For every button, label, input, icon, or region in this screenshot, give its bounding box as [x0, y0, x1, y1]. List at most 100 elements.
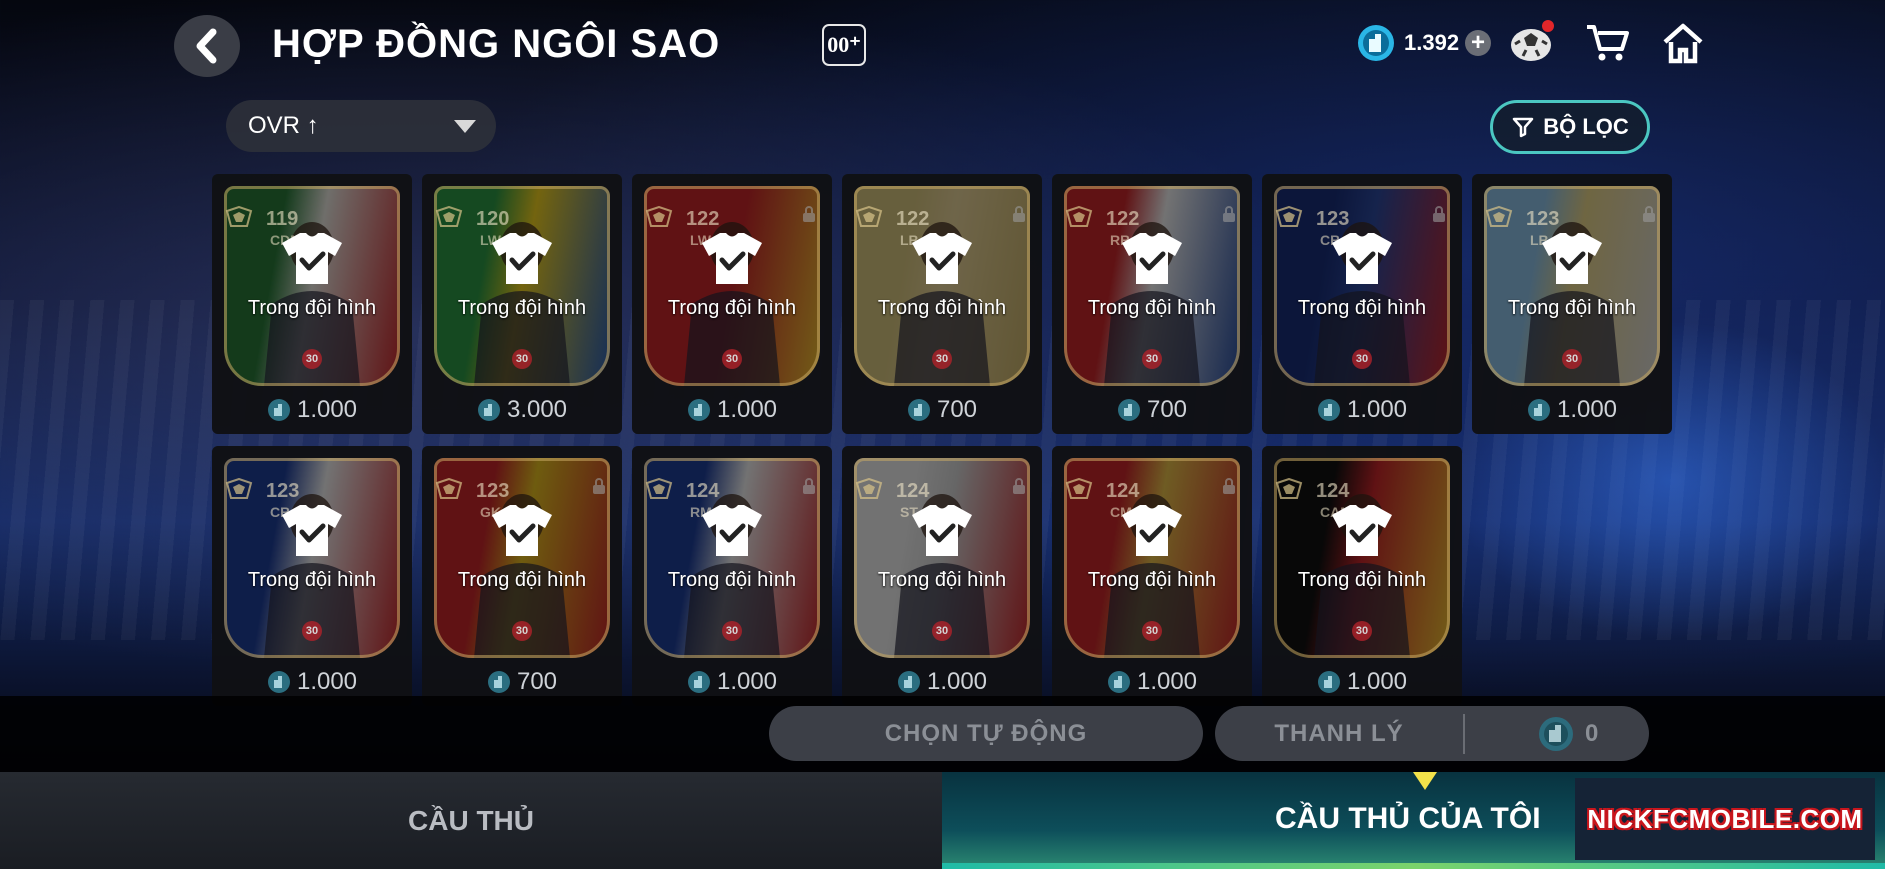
- card-price: 700: [1052, 396, 1252, 424]
- sort-label: OVR ↑: [248, 112, 319, 139]
- coin-icon: [1527, 399, 1550, 421]
- player-card[interactable]: 120 LW 30 Trong đội hình 3.000: [422, 174, 622, 434]
- lock-icon: [1013, 478, 1025, 494]
- in-lineup-label: Trong đội hình: [457, 297, 587, 319]
- card-ovr: 123: [266, 480, 300, 502]
- coin-icon: [477, 399, 500, 421]
- in-lineup-overlay: Trong đội hình: [1262, 230, 1462, 340]
- coin-icon: [907, 399, 930, 421]
- coin-icon: [1317, 399, 1340, 421]
- coin-icon: [897, 671, 920, 693]
- lock-icon: [1223, 478, 1235, 494]
- season-badge-icon: [645, 206, 673, 227]
- card-price: 3.000: [422, 396, 622, 424]
- jersey-check-icon: [1542, 233, 1602, 284]
- season-badge-icon: [1065, 478, 1093, 499]
- in-lineup-overlay: Trong đội hình: [842, 502, 1042, 612]
- in-lineup-overlay: Trong đội hình: [1262, 502, 1462, 612]
- player-card[interactable]: 122 LW 30 Trong đội hình 1.000: [632, 174, 832, 434]
- jersey-check-icon: [702, 505, 762, 556]
- chevron-left-icon: [196, 28, 217, 64]
- jersey-check-icon: [1122, 233, 1182, 284]
- active-tab-indicator: [1413, 772, 1437, 790]
- tab-players[interactable]: CẦU THỦ: [0, 772, 942, 869]
- player-card[interactable]: 123 GK 30 Trong đội hình 700: [422, 446, 622, 706]
- sell-button-group[interactable]: THANH LÝ 0: [1215, 706, 1649, 761]
- coin-icon: [487, 671, 510, 693]
- in-lineup-label: Trong đội hình: [1087, 297, 1217, 319]
- card-ovr: 124: [1316, 480, 1350, 502]
- card-ovr: 122: [686, 208, 720, 230]
- coin-icon: [267, 671, 290, 693]
- card-price: 1.000: [632, 396, 832, 424]
- coin-amount: 1.392: [1404, 30, 1460, 55]
- watermark-text: NICKFCMOBILE.COM: [1587, 803, 1863, 834]
- home-icon: [1663, 23, 1703, 64]
- jersey-check-icon: [702, 233, 762, 284]
- in-lineup-label: Trong đội hình: [1297, 297, 1427, 319]
- card-price: 1.000: [842, 668, 1042, 696]
- season-badge-icon: [435, 478, 463, 499]
- in-lineup-overlay: Trong đội hình: [632, 230, 832, 340]
- card-ovr: 120: [476, 208, 510, 230]
- sell-button-label: THANH LÝ: [1274, 719, 1404, 747]
- filter-button[interactable]: BỘ LỌC: [1490, 100, 1650, 154]
- in-lineup-label: Trong đội hình: [877, 569, 1007, 591]
- coin-icon: [1539, 716, 1573, 751]
- add-coin-button[interactable]: +: [1465, 30, 1492, 56]
- in-lineup-label: Trong đội hình: [247, 297, 377, 319]
- jersey-check-icon: [1122, 505, 1182, 556]
- card-level-badge: 30: [302, 349, 322, 369]
- in-lineup-overlay: Trong đội hình: [422, 502, 622, 612]
- card-ovr: 124: [1106, 480, 1140, 502]
- card-level-badge: 30: [512, 349, 532, 369]
- auto-select-button[interactable]: CHỌN TỰ ĐỘNG: [769, 706, 1203, 761]
- jersey-check-icon: [492, 233, 552, 284]
- in-lineup-label: Trong đội hình: [877, 297, 1007, 319]
- card-price-value: 1.000: [716, 396, 778, 423]
- tab-highlight: [942, 863, 1885, 869]
- player-card[interactable]: 123 CB 30 Trong đội hình 1.000: [1262, 174, 1462, 434]
- ball-shop-button[interactable]: [1506, 18, 1556, 68]
- coin-icon: [1117, 399, 1140, 421]
- cart-button[interactable]: [1582, 18, 1632, 68]
- divider: [1463, 713, 1465, 754]
- player-card[interactable]: 124 CAM 30 Trong đội hình 1.000: [1262, 446, 1462, 706]
- card-price-value: 1.000: [1136, 668, 1198, 695]
- filter-label: BỘ LỌC: [1543, 114, 1629, 139]
- player-card[interactable]: 124 CM 30 Trong đội hình 1.000: [1052, 446, 1252, 706]
- player-card[interactable]: 123 CB 30 Trong đội hình 1.000: [212, 446, 412, 706]
- in-lineup-overlay: Trong đội hình: [842, 230, 1042, 340]
- player-card[interactable]: 123 LB 30 Trong đội hình 1.000: [1472, 174, 1672, 434]
- notification-dot: [1542, 20, 1554, 32]
- jersey-check-icon: [282, 505, 342, 556]
- card-price-value: 1.000: [296, 668, 358, 695]
- player-card[interactable]: 124 RM 30 Trong đội hình 1.000: [632, 446, 832, 706]
- card-price: 1.000: [1052, 668, 1252, 696]
- card-price-value: 1.000: [1346, 396, 1408, 423]
- in-lineup-overlay: Trong đội hình: [212, 230, 412, 340]
- card-price-value: 1.000: [296, 396, 358, 423]
- season-badge-icon: [225, 478, 253, 499]
- player-card[interactable]: 122 LB 30 Trong đội hình 700: [842, 174, 1042, 434]
- player-card[interactable]: 124 ST 30 Trong đội hình 1.000: [842, 446, 1042, 706]
- card-level-badge: 30: [722, 621, 742, 641]
- card-price-value: 1.000: [1556, 396, 1618, 423]
- sort-dropdown[interactable]: OVR ↑: [226, 100, 496, 152]
- lock-icon: [593, 478, 605, 494]
- season-badge-icon: [225, 206, 253, 227]
- in-lineup-overlay: Trong đội hình: [1052, 502, 1252, 612]
- card-level-badge: 30: [1142, 621, 1162, 641]
- home-button[interactable]: [1658, 18, 1708, 68]
- card-price: 700: [422, 668, 622, 696]
- jersey-check-icon: [912, 233, 972, 284]
- player-card[interactable]: 122 RB 30 Trong đội hình 700: [1052, 174, 1252, 434]
- back-button[interactable]: [174, 15, 240, 77]
- in-lineup-label: Trong đội hình: [1087, 569, 1217, 591]
- shopping-cart-icon: [1587, 25, 1629, 61]
- coin-icon: [687, 399, 710, 421]
- card-level-badge: 30: [1562, 349, 1582, 369]
- player-card[interactable]: 119 CDM 30 Trong đội hình 1.000: [212, 174, 412, 434]
- card-level-badge: 30: [932, 349, 952, 369]
- lock-icon: [1223, 206, 1235, 222]
